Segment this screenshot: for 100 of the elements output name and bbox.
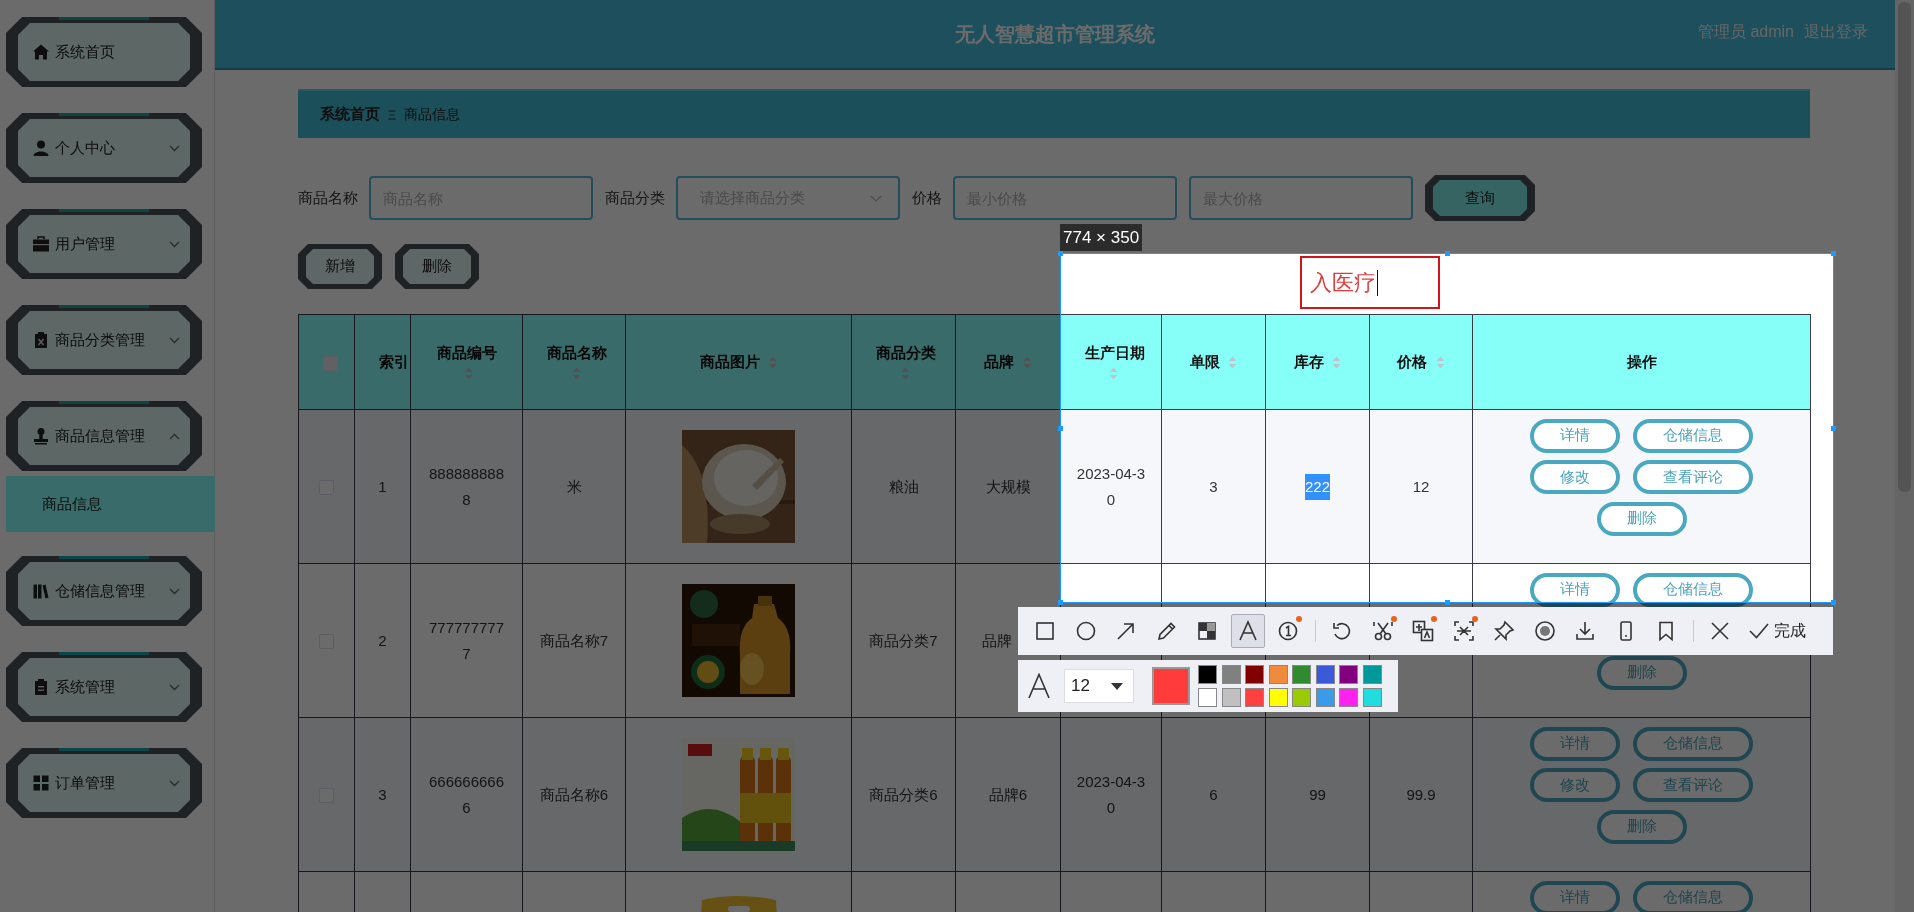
- briefcase-icon: [32, 235, 50, 253]
- column-header[interactable]: 商品分类: [876, 344, 936, 361]
- column-header[interactable]: 商品图片: [699, 352, 760, 370]
- color-swatch[interactable]: [1245, 688, 1264, 708]
- font-size-select[interactable]: 12: [1064, 669, 1134, 703]
- table-cell-text: 商品名称7: [539, 630, 609, 651]
- submenu-item[interactable]: 商品信息: [6, 476, 215, 532]
- breadcrumb-link[interactable]: 系统首页: [320, 105, 380, 124]
- clipboard-icon: [32, 331, 50, 349]
- row-action-button[interactable]: 仓储信息: [1633, 572, 1753, 607]
- color-swatch[interactable]: [1362, 664, 1382, 684]
- resize-handle[interactable]: [1445, 251, 1450, 256]
- color-swatch[interactable]: [1315, 688, 1335, 708]
- sidebar-item[interactable]: 用户管理: [6, 209, 202, 279]
- sidebar-item[interactable]: 系统管理: [6, 652, 202, 722]
- clipboard-icon: [32, 678, 50, 696]
- row-action-button[interactable]: 查看评论: [1633, 460, 1753, 495]
- resize-handle[interactable]: [1831, 251, 1836, 256]
- close-icon: [1709, 620, 1731, 642]
- resize-handle[interactable]: [1831, 600, 1836, 605]
- sidebar-item[interactable]: 订单管理: [6, 748, 202, 818]
- row-action-button[interactable]: 详情: [1530, 880, 1620, 912]
- resize-handle[interactable]: [1831, 426, 1836, 431]
- row-action-button[interactable]: 仓储信息: [1633, 726, 1753, 761]
- color-swatch[interactable]: [1198, 664, 1217, 684]
- sidebar-item[interactable]: 系统首页: [6, 17, 202, 87]
- resize-handle[interactable]: [1058, 251, 1063, 256]
- home-icon: [32, 43, 50, 61]
- color-swatch[interactable]: [1268, 664, 1288, 684]
- mosaic-icon: [1196, 620, 1218, 642]
- table-cell-text: 品牌6: [988, 784, 1028, 805]
- row-action-button[interactable]: 仓储信息: [1633, 418, 1753, 453]
- text-annotation-box[interactable]: 入医疗: [1300, 256, 1440, 309]
- column-header[interactable]: 生产日期: [1085, 344, 1145, 361]
- sidebar-item[interactable]: 商品分类管理: [6, 305, 202, 375]
- record-icon: [1533, 620, 1556, 642]
- chevron-icon: [169, 432, 180, 440]
- row-action-button[interactable]: 详情: [1530, 572, 1620, 607]
- chevron-icon: [169, 240, 180, 248]
- resize-handle[interactable]: [1058, 426, 1063, 431]
- scrollbar[interactable]: [1895, 0, 1914, 912]
- row-action-button[interactable]: 删除: [1596, 501, 1687, 536]
- sidebar-item[interactable]: 商品信息管理: [6, 401, 202, 471]
- color-swatch[interactable]: [1268, 688, 1288, 708]
- color-swatch[interactable]: [1292, 688, 1311, 708]
- resize-handle[interactable]: [1445, 600, 1450, 605]
- table-cell-text: 商品名称6: [539, 784, 609, 805]
- done-button[interactable]: 完成: [1743, 620, 1810, 642]
- column-header[interactable]: 操作: [1626, 352, 1657, 370]
- numbered-circle-icon: [1277, 620, 1299, 642]
- table-cell-text: 99.9: [1406, 784, 1436, 805]
- column-header[interactable]: 价格: [1397, 352, 1428, 370]
- arrow-icon: [1115, 620, 1137, 642]
- field-label: 商品分类: [605, 188, 665, 208]
- text-icon: [1236, 620, 1259, 642]
- color-swatch[interactable]: [1339, 664, 1358, 684]
- color-swatch[interactable]: [1339, 688, 1358, 708]
- row-action-button[interactable]: 仓储信息: [1633, 880, 1753, 912]
- download-icon: [1574, 620, 1596, 642]
- pin-icon: [1493, 620, 1515, 642]
- tool-button[interactable]: [1230, 614, 1265, 648]
- caret-icon: [1111, 682, 1123, 690]
- sidebar-item[interactable]: 个人中心: [6, 113, 202, 183]
- row-action-button[interactable]: 修改: [1530, 768, 1620, 803]
- row-action-button[interactable]: 删除: [1596, 809, 1687, 844]
- column-header[interactable]: 商品名称: [547, 344, 607, 361]
- row-action-button[interactable]: 删除: [1596, 655, 1687, 690]
- query-button[interactable]: 查询: [1425, 175, 1535, 221]
- checkbox[interactable]: [323, 355, 338, 371]
- table-cell-text: 大规模: [985, 476, 1031, 497]
- color-swatch[interactable]: [1221, 664, 1241, 684]
- size-label: 774 × 350: [1060, 224, 1143, 251]
- column-header[interactable]: 商品编号: [436, 344, 497, 361]
- color-swatch[interactable]: [1221, 688, 1241, 708]
- color-swatch[interactable]: [1245, 664, 1264, 684]
- pencil-icon: [1155, 620, 1178, 642]
- table-cell-text: 3: [378, 784, 387, 805]
- action-button[interactable]: 删除: [395, 244, 479, 289]
- column-header[interactable]: 索引: [379, 352, 409, 370]
- breadcrumb-link[interactable]: 商品信息: [404, 105, 460, 124]
- color-swatch[interactable]: [1362, 688, 1382, 708]
- color-swatch[interactable]: [1315, 664, 1335, 684]
- column-header[interactable]: 单限: [1189, 352, 1220, 370]
- column-header[interactable]: 品牌: [984, 352, 1015, 370]
- sidebar-item[interactable]: 仓储信息管理: [6, 556, 202, 626]
- column-header[interactable]: 库存: [1293, 352, 1324, 370]
- resize-handle[interactable]: [1058, 600, 1063, 605]
- translate-icon: [1412, 620, 1434, 642]
- row-action-button[interactable]: 查看评论: [1633, 768, 1753, 803]
- chevron-icon: [169, 587, 180, 595]
- action-button[interactable]: 新增: [298, 244, 382, 289]
- color-swatch[interactable]: [1292, 664, 1311, 684]
- current-color-swatch[interactable]: [1152, 667, 1190, 705]
- chevron-icon: [169, 683, 180, 691]
- chevron-icon: [169, 144, 180, 152]
- row-action-button[interactable]: 详情: [1530, 726, 1620, 761]
- font-icon: [1027, 673, 1051, 699]
- row-action-button[interactable]: 修改: [1530, 460, 1620, 495]
- color-swatch[interactable]: [1198, 688, 1217, 708]
- row-action-button[interactable]: 详情: [1530, 418, 1620, 453]
